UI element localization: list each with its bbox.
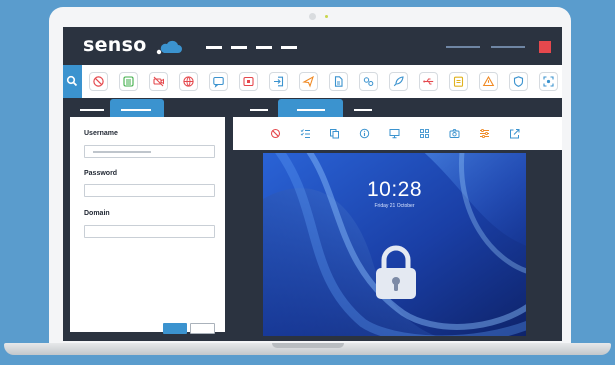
document-button[interactable] [329,72,348,91]
usb-button[interactable] [419,72,438,91]
webcam-light [325,15,328,18]
header-menu-placeholder[interactable] [446,46,480,48]
usb-icon [423,78,434,85]
send-icon [302,75,314,88]
clipboard-icon [453,76,464,87]
webcam [309,13,316,20]
block-icon[interactable] [270,128,281,139]
settings-icon [363,77,374,86]
screen-capture-button[interactable] [539,72,558,91]
login-panel: Username Password Domain [70,117,225,334]
domain-label: Domain [84,210,110,217]
username-label: Username [84,130,118,137]
tab-label-placeholder [121,109,151,111]
document-icon [334,76,343,87]
camera-icon[interactable] [449,128,460,139]
password-field[interactable] [84,184,215,197]
password-label: Password [84,170,118,177]
checklist-icon[interactable] [300,128,311,139]
app-screen: senso Username Password Domain 10:28 Fri… [63,27,562,341]
main-toolbar [63,65,562,98]
menu-placeholder[interactable] [281,46,297,49]
list-icon [123,76,134,87]
video-off-button[interactable] [149,72,168,91]
stop-media-button[interactable] [239,72,258,91]
globe-icon [183,76,194,87]
menu-placeholder[interactable] [256,46,272,49]
app-header: senso [63,27,562,65]
cloud-logo-icon [156,40,182,55]
search-button[interactable] [63,65,82,98]
lock-screen-date: Friday 21 October [374,203,415,209]
lock-screen-time: 10:28 [366,178,423,201]
info-icon[interactable] [359,128,370,139]
sliders-icon[interactable] [479,128,490,139]
monitor-icon[interactable] [389,128,400,139]
block-icon [93,76,104,87]
tab-placeholder[interactable] [354,109,372,111]
remote-view-panel: 10:28 Friday 21 October [233,117,562,336]
menu-placeholder[interactable] [206,46,222,49]
tab-placeholder[interactable] [80,109,104,111]
copy-icon[interactable] [329,128,340,139]
tab-label-placeholder [297,109,325,111]
login-icon [274,76,284,87]
list-button[interactable] [119,72,138,91]
send-button[interactable] [299,72,318,91]
block-button[interactable] [89,72,108,91]
clipboard-button[interactable] [449,72,468,91]
left-active-tab[interactable] [110,99,164,117]
padlock-icon [376,245,416,299]
grid-icon[interactable] [419,128,430,139]
remote-toolbar [233,117,562,150]
shield-icon [513,76,524,87]
shield-button[interactable] [509,72,528,91]
username-field[interactable] [84,145,215,158]
video-off-icon [153,76,164,87]
launch-button[interactable] [389,72,408,91]
search-icon [66,75,78,87]
settings-button[interactable] [359,72,378,91]
share-icon[interactable] [509,128,520,139]
username-value [93,151,151,153]
cancel-button[interactable] [190,323,215,334]
domain-field[interactable] [84,225,215,238]
rocket-icon [393,76,404,87]
close-button[interactable] [539,41,551,53]
submit-button[interactable] [163,323,187,334]
warning-icon [482,75,495,87]
menu-placeholder[interactable] [231,46,247,49]
remote-desktop-view[interactable]: 10:28 Friday 21 October [263,153,526,336]
chat-icon [213,76,224,88]
login-button[interactable] [269,72,288,91]
screen-capture-icon [543,76,554,87]
right-active-tab[interactable] [278,99,343,117]
header-menu-placeholder[interactable] [491,46,525,48]
web-button[interactable] [179,72,198,91]
tab-placeholder[interactable] [250,109,268,111]
message-button[interactable] [209,72,228,91]
warning-button[interactable] [479,72,498,91]
stop-media-icon [243,76,254,87]
laptop-base-notch [272,343,344,348]
app-logo: senso [83,34,147,56]
